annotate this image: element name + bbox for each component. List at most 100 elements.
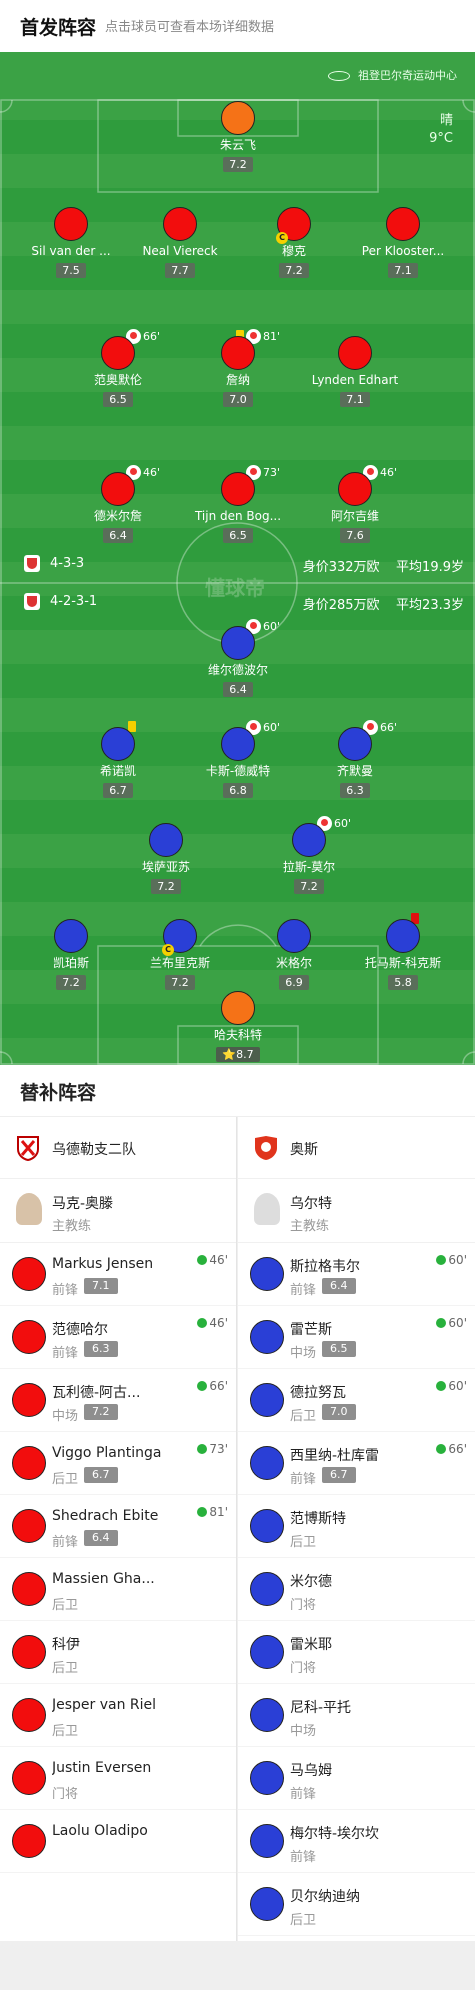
coach-name: 乌尔特	[290, 1196, 332, 1212]
bench-player-row[interactable]: Massien Gha... 后卫	[0, 1558, 236, 1621]
player-card[interactable]: Neal Viereck 7.7	[125, 207, 235, 278]
away-formation: 4-2-3-1	[50, 594, 98, 609]
sub-minute: 66'	[143, 330, 161, 343]
sub-in-icon	[436, 1318, 447, 1328]
player-marker[interactable]	[386, 207, 420, 241]
bench-player-row[interactable]: Justin Eversen 门将	[0, 1747, 236, 1810]
player-marker[interactable]: C	[276, 207, 311, 244]
bench-player-name: Markus Jensen	[52, 1256, 154, 1272]
bench-player-row[interactable]: 科伊 后卫	[0, 1621, 236, 1684]
bench-player-row[interactable]: 贝尔纳迪纳 后卫	[238, 1873, 475, 1936]
player-card[interactable]: 哈夫科特 ⭐8.7	[183, 991, 293, 1062]
player-rating: 5.8	[388, 975, 418, 990]
bench-player-position: 门将	[290, 1661, 317, 1676]
player-card[interactable]: 66' 范奥默伦 6.5	[63, 329, 173, 407]
player-marker[interactable]	[277, 919, 311, 953]
player-rating: 7.6	[340, 528, 370, 543]
player-card[interactable]: C 穆克 7.2	[239, 207, 349, 278]
player-marker[interactable]	[54, 919, 88, 953]
bench-player-row[interactable]: Markus Jensen 前锋 7.1 46'	[0, 1243, 236, 1306]
bench-player-row[interactable]: 马乌姆 前锋	[238, 1747, 475, 1810]
player-card[interactable]: 60' 拉斯-莫尔 7.2	[254, 816, 364, 894]
player-marker[interactable]	[221, 727, 255, 761]
player-marker[interactable]	[101, 472, 135, 506]
player-card[interactable]: 埃萨亚苏 7.2	[111, 823, 221, 894]
bench-player-row[interactable]: 西里纳-杜库雷 前锋 6.7 66'	[238, 1432, 475, 1495]
player-rating: 7.2	[165, 975, 195, 990]
player-card[interactable]: 60' 卡斯-德威特 6.8	[183, 720, 293, 798]
away-coach[interactable]: 乌尔特 主教练	[238, 1179, 475, 1243]
player-rating: 6.3	[340, 783, 370, 798]
bench-player-row[interactable]: 范博斯特 后卫	[238, 1495, 475, 1558]
player-card[interactable]: Lynden Edhart 7.1	[300, 336, 410, 407]
player-rating: 6.5	[223, 528, 253, 543]
sub-in-minute: 60'	[448, 1316, 467, 1330]
player-marker[interactable]	[221, 472, 255, 506]
player-marker[interactable]	[292, 823, 326, 857]
player-marker[interactable]	[338, 727, 372, 761]
bench-player-row[interactable]: Viggo Plantinga 后卫 6.7 73'	[0, 1432, 236, 1495]
bench-player-row[interactable]: 范德哈尔 前锋 6.3 46'	[0, 1306, 236, 1369]
player-rating: 7.0	[223, 392, 253, 407]
substitution-in: 46'	[197, 1316, 228, 1330]
player-marker[interactable]: C	[162, 919, 197, 956]
bench-player-rating: 7.0	[322, 1404, 356, 1420]
player-card[interactable]: Per Klooster... 7.1	[348, 207, 458, 278]
player-card[interactable]: 希诺凯 6.7	[63, 721, 173, 798]
player-card[interactable]: C 兰布里克斯 7.2	[125, 919, 235, 990]
bench-player-row[interactable]: 瓦利德-阿古... 中场 7.2 66'	[0, 1369, 236, 1432]
bench-player-row[interactable]: 雷芒斯 中场 6.5 60'	[238, 1306, 475, 1369]
player-card[interactable]: 73' Tijn den Bog... 6.5	[183, 465, 293, 543]
player-marker[interactable]	[386, 919, 420, 953]
sub-in-minute: 66'	[448, 1442, 467, 1456]
sub-minute: 46'	[143, 466, 161, 479]
bench-player-name: Justin Eversen	[52, 1760, 152, 1776]
player-card[interactable]: 米格尔 6.9	[239, 919, 349, 990]
bench-player-name: Massien Gha...	[52, 1571, 155, 1587]
player-card[interactable]: 46' 阿尔吉维 7.6	[300, 465, 410, 543]
player-marker[interactable]	[149, 823, 183, 857]
bench-player-row[interactable]: Jesper van Riel 后卫	[0, 1684, 236, 1747]
player-marker	[250, 1446, 284, 1480]
player-marker[interactable]	[221, 991, 255, 1025]
home-coach[interactable]: 马克-奥滕 主教练	[0, 1179, 236, 1243]
sub-in-icon	[197, 1381, 208, 1391]
player-card[interactable]: 托马斯-科克斯 5.8	[348, 913, 458, 990]
player-marker[interactable]	[54, 207, 88, 241]
player-rating: 6.8	[223, 783, 253, 798]
bench-player-row[interactable]: 斯拉格韦尔 前锋 6.4 60'	[238, 1243, 475, 1306]
player-card[interactable]: 81' 詹纳 7.0	[183, 329, 293, 407]
player-marker[interactable]	[101, 336, 135, 370]
bench-player-row[interactable]: Laolu Oladipo	[0, 1810, 236, 1873]
player-marker[interactable]	[338, 472, 372, 506]
player-card[interactable]: Sil van der ... 7.5	[16, 207, 126, 278]
bench-player-name: 范德哈尔	[52, 1322, 108, 1338]
player-marker[interactable]	[101, 727, 135, 761]
bench-player-row[interactable]: 德拉努瓦 后卫 7.0 60'	[238, 1369, 475, 1432]
sub-in-icon	[197, 1507, 208, 1517]
player-card[interactable]: 60' 维尔德波尔 6.4	[183, 619, 293, 697]
bench-player-row[interactable]: Shedrach Ebite 前锋 6.4 81'	[0, 1495, 236, 1558]
player-marker[interactable]	[221, 101, 255, 135]
player-marker	[250, 1509, 284, 1543]
player-marker[interactable]	[163, 207, 197, 241]
bench-player-row[interactable]: 米尔德 门将	[238, 1558, 475, 1621]
bench-player-name: 德拉努瓦	[290, 1385, 346, 1401]
player-marker	[250, 1824, 284, 1858]
player-marker[interactable]	[338, 336, 372, 370]
bench-title: 替补阵容	[20, 1082, 97, 1104]
player-name: 哈夫科特	[213, 1028, 262, 1042]
player-card[interactable]: 朱云飞 7.2	[183, 101, 293, 172]
player-name: Per Klooster...	[361, 244, 445, 258]
bench-player-row[interactable]: 雷米耶 门将	[238, 1621, 475, 1684]
player-card[interactable]: 凯珀斯 7.2	[16, 919, 126, 990]
player-card[interactable]: 46' 德米尔詹 6.4	[63, 465, 173, 543]
player-marker	[250, 1383, 284, 1417]
player-marker[interactable]	[221, 626, 255, 660]
player-card[interactable]: 66' 齐默曼 6.3	[300, 720, 410, 798]
bench-header: 替补阵容	[0, 1065, 475, 1117]
bench-player-row[interactable]: 梅尔特-埃尔坎 前锋	[238, 1810, 475, 1873]
substitution-in: 60'	[436, 1253, 467, 1267]
bench-player-row[interactable]: 尼科-平托 中场	[238, 1684, 475, 1747]
player-marker[interactable]	[221, 336, 255, 370]
